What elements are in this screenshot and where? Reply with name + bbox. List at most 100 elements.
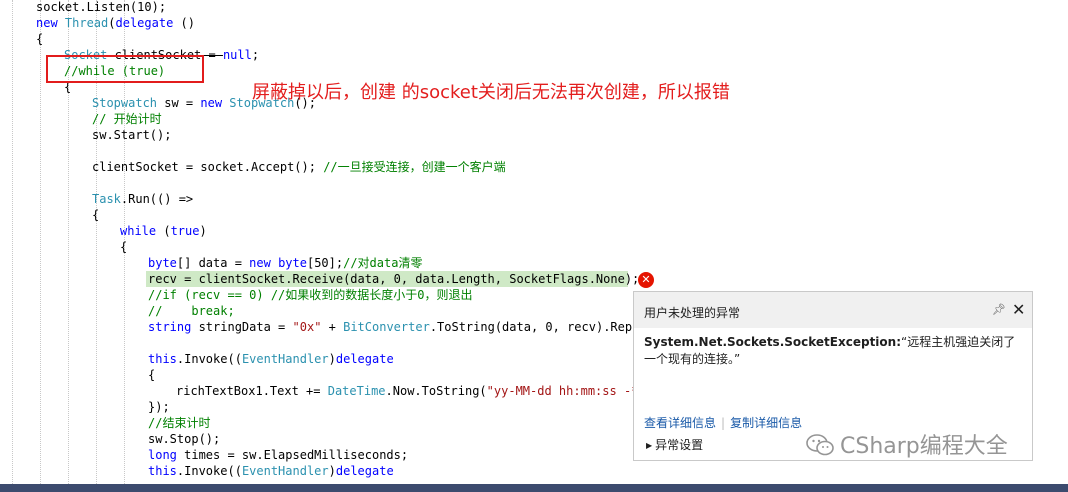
code-token: long [148, 448, 177, 462]
code-token: ( [156, 224, 171, 238]
code-token: new [249, 256, 279, 270]
exception-settings-toggle[interactable]: ▶ 异常设置 [646, 436, 703, 453]
copy-details-link[interactable]: 复制详细信息 [730, 416, 802, 430]
code-line[interactable] [0, 143, 1068, 159]
code-text: // break; [148, 303, 235, 319]
popup-title: 用户未处理的异常 [644, 306, 741, 320]
code-text: clientSocket = socket.Accept(); //一旦接受连接… [92, 159, 506, 175]
code-token: ) [328, 464, 336, 478]
code-token: socket.Listen(10); [36, 0, 167, 14]
annotation-text: 屏蔽掉以后，创建 的socket关闭后无法再次创建，所以报错 [252, 82, 730, 103]
code-token: this [148, 352, 177, 366]
code-text: long times = sw.ElapsedMilliseconds; [148, 447, 408, 463]
code-token: ; [251, 48, 260, 62]
code-line[interactable]: // 开始计时 [0, 111, 1068, 127]
code-line[interactable]: clientSocket = socket.Accept(); //一旦接受连接… [0, 159, 1068, 175]
code-line[interactable]: sw.Start(); [0, 127, 1068, 143]
code-token: "yy-MM-dd hh:mm:ss -*- [486, 384, 646, 398]
code-token: delegate [335, 352, 394, 366]
close-icon[interactable]: ✕ [1012, 300, 1025, 319]
code-token: null [222, 48, 252, 62]
code-token: + [321, 320, 344, 334]
code-token: ) [199, 224, 207, 238]
code-token: { [120, 240, 128, 254]
code-token: .ToString(data, 0, recv).Repla [429, 320, 647, 334]
code-token: recv = clientSocket.Receive(data, 0, dat… [148, 272, 640, 286]
code-token: sw.Stop(); [148, 432, 221, 446]
code-text: // 开始计时 [92, 111, 162, 127]
code-token: Stopwatch [92, 96, 158, 110]
code-token: [] data = [176, 256, 250, 270]
code-token: Thread [64, 16, 109, 30]
code-text: { [120, 239, 127, 255]
code-text: sw.Stop(); [148, 431, 220, 447]
view-details-link[interactable]: 查看详细信息 [644, 416, 716, 430]
code-line[interactable]: this.Invoke((EventHandler)delegate [0, 463, 1068, 479]
code-line[interactable] [0, 175, 1068, 191]
code-token: // break; [148, 304, 235, 318]
code-token: // 开始计时 [92, 112, 162, 126]
code-token: new [36, 16, 65, 30]
code-text: this.Invoke((EventHandler)delegate [148, 463, 394, 479]
code-text: string stringData = "0x" + BitConverter.… [148, 319, 647, 335]
popup-links: 查看详细信息 | 复制详细信息 [644, 414, 802, 431]
code-token: //一旦接受连接，创建一个客户端 [323, 160, 506, 174]
code-text: socket.Listen(10); [36, 0, 166, 15]
code-text: byte[] data = new byte[50];//对data清零 [148, 255, 422, 271]
code-line[interactable]: byte[] data = new byte[50];//对data清零 [0, 255, 1068, 271]
code-token: .Invoke(( [176, 464, 242, 478]
code-token: { [148, 368, 156, 382]
code-token: while [120, 224, 157, 238]
code-token: EventHandler [241, 464, 329, 478]
code-token: BitConverter [343, 320, 430, 334]
code-token: EventHandler [241, 352, 329, 366]
code-line[interactable]: socket.Listen(10); [0, 0, 1068, 15]
code-text: richTextBox1.Text += DateTime.Now.ToStri… [176, 383, 646, 399]
popup-header: 用户未处理的异常 📌︎ ✕ [634, 292, 1032, 328]
code-line[interactable]: new Thread(delegate () [0, 15, 1068, 31]
code-token: delegate [335, 464, 394, 478]
code-token: DateTime [327, 384, 386, 398]
code-line[interactable]: Task.Run(() => [0, 191, 1068, 207]
link-separator: | [721, 416, 726, 430]
code-token: byte [148, 256, 177, 270]
code-token: this [148, 464, 177, 478]
code-token: byte [278, 256, 307, 270]
code-token: new [200, 96, 230, 110]
error-icon[interactable]: ✕ [638, 272, 654, 288]
pin-icon[interactable]: 📌︎ [992, 303, 1006, 316]
code-token: sw = [157, 96, 201, 110]
code-token: Task [92, 192, 121, 206]
code-token: sw.Start(); [92, 128, 172, 142]
code-token: { [36, 32, 44, 46]
code-line[interactable]: recv = clientSocket.Receive(data, 0, dat… [0, 271, 1068, 287]
code-token: clientSocket = socket.Accept(); [92, 160, 324, 174]
code-token: ) [328, 352, 336, 366]
code-text: { [36, 31, 43, 47]
status-bar [0, 484, 1068, 492]
code-token: delegate [115, 16, 174, 30]
code-text: this.Invoke((EventHandler)delegate [148, 351, 394, 367]
code-token: () [173, 16, 195, 30]
code-text: //if (recv == 0) //如果收到的数据长度小于0，则退出 [148, 287, 473, 303]
exception-type: System.Net.Sockets.SocketException: [644, 335, 902, 349]
code-text: new Thread(delegate () [36, 15, 195, 31]
expand-triangle-icon: ▶ [646, 441, 653, 450]
code-token: stringData = [191, 320, 293, 334]
code-token: //对data清零 [343, 256, 423, 270]
code-line[interactable]: while (true) [0, 223, 1068, 239]
code-line[interactable]: { [0, 239, 1068, 255]
code-token: .Now.ToString( [385, 384, 487, 398]
code-text: while (true) [120, 223, 207, 239]
watermark: CSharp编程大全 [806, 428, 1008, 460]
code-token: }); [148, 400, 170, 414]
code-token: string [148, 320, 192, 334]
code-token: .Invoke(( [176, 352, 242, 366]
code-token: //if (recv == 0) //如果收到的数据长度小于0，则退出 [148, 288, 473, 302]
code-token: ( [108, 16, 116, 30]
code-line[interactable]: { [0, 207, 1068, 223]
code-token: [50]; [306, 256, 344, 270]
code-line[interactable]: { [0, 31, 1068, 47]
exception-message: System.Net.Sockets.SocketException:“远程主机… [644, 334, 1024, 368]
exception-settings-label: 异常设置 [655, 438, 704, 452]
